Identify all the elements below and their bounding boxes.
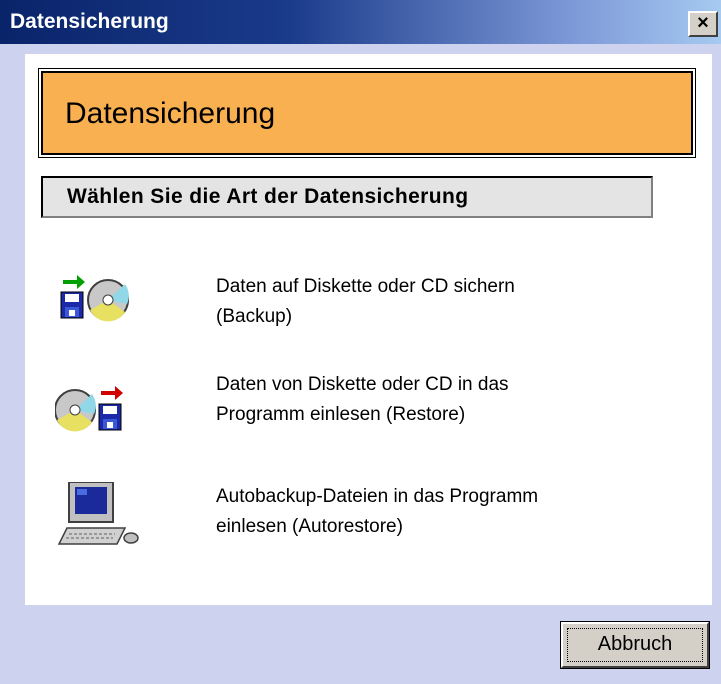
close-button[interactable]: × <box>688 11 718 37</box>
autorestore-option[interactable]: Autobackup-Dateien in das Programm einle… <box>55 481 675 562</box>
computer-icon <box>55 481 155 552</box>
cancel-button-label: Abbruch <box>597 633 673 655</box>
section-heading-text: Wählen Sie die Art der Datensicherung <box>67 185 469 208</box>
window-title: Datensicherung <box>10 10 169 33</box>
restore-option-label: Daten von Diskette oder CD in das Progra… <box>216 374 509 425</box>
restore-option[interactable]: Daten von Diskette oder CD in das Progra… <box>54 370 675 450</box>
cancel-button[interactable]: Abbruch <box>560 621 710 669</box>
autorestore-option-label: Autobackup-Dateien in das Programm einle… <box>216 486 539 537</box>
dialog-window: Datensicherung × Datensicherung Wählen S… <box>0 0 721 684</box>
backup-option-label: Daten auf Diskette oder CD sichern (Back… <box>216 276 515 327</box>
content-panel: Datensicherung Wählen Sie die Art der Da… <box>25 54 712 605</box>
restore-from-disk-icon <box>54 370 155 440</box>
header-title: Datensicherung <box>65 97 276 130</box>
backup-option[interactable]: Daten auf Diskette oder CD sichern (Back… <box>55 272 675 352</box>
header-banner: Datensicherung <box>38 68 696 158</box>
backup-to-disk-icon <box>55 272 155 342</box>
section-heading: Wählen Sie die Art der Datensicherung <box>41 176 653 218</box>
title-bar[interactable]: Datensicherung × <box>0 0 721 44</box>
